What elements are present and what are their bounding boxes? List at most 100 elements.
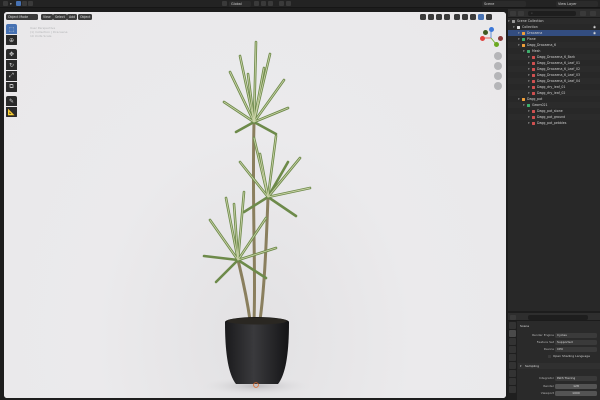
outliner-row[interactable]: ▾ Dagg_pot_pebbles — [508, 120, 600, 126]
shading-material-icon[interactable] — [470, 14, 476, 20]
material-icon — [532, 79, 535, 83]
menu-view[interactable]: View — [41, 14, 53, 20]
viewport-info-line: 10 Units Scale — [30, 34, 52, 38]
outliner-search-input[interactable]: ⌕ — [528, 11, 576, 16]
shading-rendered-icon[interactable] — [478, 14, 484, 20]
proportional-falloff-icon[interactable] — [286, 1, 291, 7]
output-tab-icon[interactable] — [509, 338, 516, 345]
chevron-down-icon: ▾ — [520, 364, 522, 368]
menu-object[interactable]: Object — [78, 14, 93, 20]
pivot-icon[interactable] — [254, 1, 259, 7]
plant-leaves — [202, 40, 312, 284]
select-extend-icon[interactable] — [28, 1, 33, 7]
feature-set-label: Feature Set — [536, 340, 554, 344]
menu-add[interactable]: Add — [67, 14, 78, 20]
zoom-icon[interactable] — [494, 52, 502, 60]
shading-wireframe-icon[interactable] — [454, 14, 460, 20]
object-tab-icon[interactable] — [509, 370, 516, 377]
material-icon — [532, 73, 535, 77]
overlays-icon[interactable] — [436, 14, 442, 20]
render-engine-select[interactable]: Cycles — [555, 332, 597, 338]
snap-icon[interactable] — [261, 1, 266, 7]
view-layer-select[interactable]: View Layer — [556, 1, 598, 7]
snap-target-icon[interactable] — [268, 1, 273, 7]
outliner-editor-type-icon[interactable] — [510, 11, 516, 16]
collection-icon — [517, 25, 520, 29]
render-engine-label: Render Engine — [532, 333, 554, 337]
cursor-tool-icon[interactable]: ⊕ — [6, 35, 17, 45]
navigation-gizmo[interactable] — [478, 24, 504, 54]
menu-select[interactable]: Select — [53, 14, 67, 20]
collection-icon — [512, 19, 515, 23]
view-object-types-icon[interactable] — [420, 14, 426, 20]
pan-icon[interactable] — [494, 62, 502, 70]
render-samples-row: Render 128 — [518, 383, 600, 389]
view-layer-label: View Layer — [558, 2, 577, 6]
integrator-select[interactable]: Path Tracing — [555, 375, 597, 381]
render-tab-icon[interactable] — [509, 330, 516, 337]
3d-viewport[interactable]: Object Mode View Select Add Object User … — [4, 12, 506, 398]
select-mode-icon[interactable] — [16, 1, 21, 7]
rotate-tool-icon[interactable]: ↻ — [6, 60, 17, 70]
axis-neg-y-icon[interactable] — [483, 30, 488, 35]
tool-tab-icon[interactable] — [509, 322, 516, 329]
material-icon — [532, 55, 535, 59]
shading-options-icon[interactable] — [486, 14, 492, 20]
properties-title-row: Scene — [518, 323, 600, 329]
feature-set-select[interactable]: Supported — [555, 339, 597, 345]
viewport-samples-field[interactable]: 1000 — [555, 390, 597, 396]
shading-solid-icon[interactable] — [462, 14, 468, 20]
material-tab-icon[interactable] — [509, 386, 516, 393]
perspective-toggle-icon[interactable] — [494, 82, 502, 90]
scene-tab-icon[interactable] — [509, 354, 516, 361]
gizmo-toggle-icon[interactable] — [428, 14, 434, 20]
sampling-label: Sampling — [525, 364, 540, 368]
view-layer-tab-icon[interactable] — [509, 346, 516, 353]
scale-tool-icon[interactable]: ⤢ — [6, 71, 17, 81]
transform-tool-icon[interactable]: ⧉ — [6, 82, 17, 92]
viewport-info-text: User Perspective (1) Collection | Dracae… — [30, 26, 67, 38]
axis-neg-x-icon[interactable] — [498, 35, 503, 41]
material-icon — [532, 61, 535, 65]
move-tool-icon[interactable]: ✥ — [6, 49, 17, 59]
display-mode-icon[interactable] — [518, 11, 524, 16]
measure-tool-icon[interactable]: 📐 — [6, 107, 17, 117]
transform-orientation-icon[interactable] — [222, 1, 227, 7]
properties-search-input[interactable] — [528, 314, 588, 320]
camera-view-icon[interactable] — [494, 72, 502, 80]
axis-x-icon[interactable] — [480, 35, 485, 41]
material-icon — [532, 91, 535, 95]
mode-select[interactable]: Object Mode — [6, 14, 38, 20]
sampling-header[interactable]: ▾ Sampling — [518, 363, 600, 369]
feature-set-row: Feature Set Supported — [518, 339, 600, 345]
world-tab-icon[interactable] — [509, 362, 516, 369]
osl-label: Open Shading Language — [553, 354, 590, 358]
annotate-tool-icon[interactable]: ✎ — [6, 96, 17, 106]
modifier-tab-icon[interactable] — [509, 378, 516, 385]
select-box-icon[interactable] — [22, 1, 27, 7]
editor-type-icon[interactable] — [3, 1, 8, 7]
mesh-icon — [527, 103, 530, 107]
axis-y-icon[interactable] — [493, 41, 499, 47]
outliner-tree: ▾ Scene Collection ▾ Collection ◉ ▾ Dracaena ◉ ▾… — [508, 18, 600, 126]
osl-checkbox[interactable] — [548, 354, 551, 358]
visibility-eye-icon[interactable]: ◉ — [593, 25, 597, 29]
integrator-label: Integrator — [538, 376, 554, 380]
device-select[interactable]: CPU — [555, 346, 597, 352]
proportional-edit-icon[interactable] — [279, 1, 284, 7]
filter-icon[interactable] — [580, 11, 586, 16]
chevron-down-icon[interactable]: ▾ — [528, 120, 530, 126]
transform-orientation-select[interactable]: Global — [229, 1, 251, 7]
scene-select[interactable]: Scene — [482, 1, 526, 7]
new-collection-icon[interactable] — [590, 11, 596, 16]
axis-z-icon[interactable] — [488, 26, 494, 32]
chevron-down-icon[interactable]: ▾ — [10, 1, 12, 7]
render-samples-field[interactable]: 128 — [555, 383, 597, 389]
properties-tabs — [508, 321, 517, 400]
visibility-eye-icon[interactable]: ◉ — [593, 31, 597, 35]
select-tool-icon[interactable]: ⬚ — [6, 24, 17, 34]
properties-header — [508, 313, 600, 321]
material-icon — [532, 85, 535, 89]
xray-icon[interactable] — [444, 14, 450, 20]
properties-editor-type-icon[interactable] — [510, 314, 516, 320]
